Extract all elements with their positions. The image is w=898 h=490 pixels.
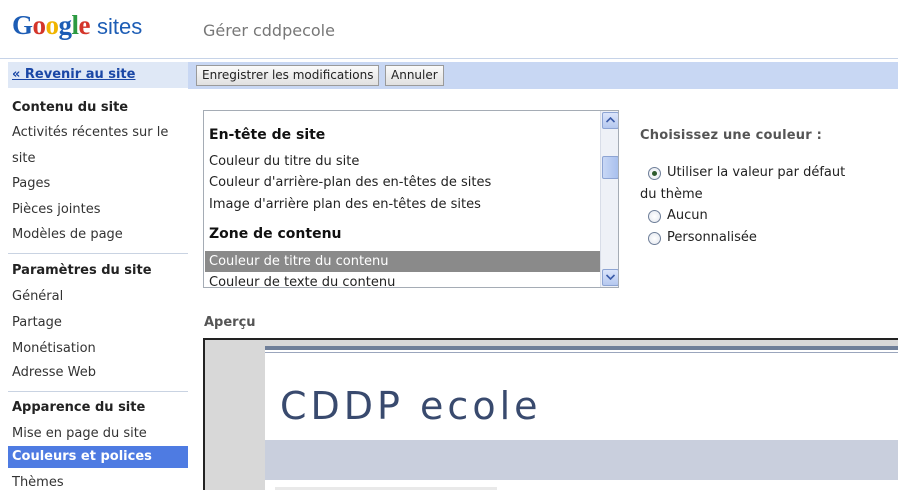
list-item-header-bg-image[interactable]: Image d'arrière plan des en-têtes de sit…	[209, 197, 481, 212]
sidebar-item-colors-fonts[interactable]: Couleurs et polices	[8, 446, 188, 468]
chevron-down-icon	[606, 274, 615, 280]
sidebar-heading-site-content: Contenu du site	[12, 100, 129, 115]
sidebar-item-recent-activity[interactable]: Activités récentes sur le	[12, 125, 168, 140]
sidebar-item-label: Couleurs et polices	[12, 449, 152, 464]
sidebar-heading-site-settings: Paramètres du site	[12, 263, 152, 278]
sidebar-separator	[8, 253, 188, 254]
chevron-up-icon	[606, 117, 615, 123]
radio-theme-default-label: Utiliser la valeur par défaut	[667, 165, 846, 180]
list-group-content-area: Zone de contenu	[209, 226, 342, 242]
cancel-button[interactable]: Annuler	[385, 65, 444, 86]
scroll-down-button[interactable]	[602, 269, 618, 286]
sidebar: « Revenir au site Contenu du site Activi…	[8, 62, 188, 490]
preview-nav-band	[265, 440, 898, 480]
sidebar-item-general[interactable]: Général	[12, 289, 63, 304]
preview-page: CDDP ecole	[265, 346, 898, 490]
element-listbox[interactable]: En-tête de site Couleur du titre du site…	[203, 110, 619, 288]
sidebar-item-recent-activity-cont[interactable]: site	[12, 151, 35, 166]
sites-wordmark: sites	[97, 14, 143, 39]
preview-header-line	[265, 352, 898, 353]
header: Google sites Gérer cddpecole	[0, 0, 898, 58]
radio-custom-label: Personnalisée	[667, 230, 757, 245]
header-divider	[0, 58, 898, 59]
list-item-header-bg-color[interactable]: Couleur d'arrière-plan des en-têtes de s…	[209, 175, 491, 190]
sidebar-item-sharing[interactable]: Partage	[12, 315, 62, 330]
action-toolbar: Enregistrer les modifications Annuler	[188, 62, 898, 89]
sidebar-item-web-address[interactable]: Adresse Web	[12, 365, 96, 380]
sidebar-item-monetization[interactable]: Monétisation	[12, 341, 96, 356]
list-item-content-title-color[interactable]: Couleur de titre du contenu	[205, 251, 601, 272]
radio-theme-default-label-cont: du thème	[640, 187, 703, 202]
google-wordmark: Google	[12, 10, 91, 40]
preview-frame: CDDP ecole	[203, 338, 898, 490]
choose-color-label: Choisissez une couleur :	[640, 128, 822, 143]
save-changes-button[interactable]: Enregistrer les modifications	[196, 65, 380, 86]
sidebar-item-pages[interactable]: Pages	[12, 176, 50, 191]
sidebar-item-themes[interactable]: Thèmes	[12, 475, 64, 490]
scrollbar-thumb[interactable]	[602, 156, 618, 179]
google-sites-logo[interactable]: Google sites	[12, 10, 142, 40]
back-to-site-label[interactable]: « Revenir au site	[12, 67, 135, 82]
preview-site-title: CDDP ecole	[280, 384, 542, 428]
listbox-scrollbar[interactable]	[600, 111, 618, 287]
preview-header-bar	[265, 346, 898, 350]
list-item-site-title-color[interactable]: Couleur du titre du site	[209, 154, 359, 169]
radio-theme-default[interactable]	[648, 167, 661, 180]
radio-none-label: Aucun	[667, 208, 708, 223]
list-item-label: Couleur de titre du contenu	[209, 254, 389, 269]
sidebar-separator	[8, 391, 188, 392]
sidebar-heading-site-appearance: Apparence du site	[12, 400, 146, 415]
scroll-up-button[interactable]	[602, 112, 618, 129]
sidebar-item-site-layout[interactable]: Mise en page du site	[12, 426, 147, 441]
list-group-site-header: En-tête de site	[209, 127, 326, 143]
radio-custom[interactable]	[648, 232, 661, 245]
sidebar-item-attachments[interactable]: Pièces jointes	[12, 202, 101, 217]
back-to-site-link[interactable]: « Revenir au site	[8, 62, 188, 88]
sidebar-item-page-templates[interactable]: Modèles de page	[12, 227, 123, 242]
radio-none[interactable]	[648, 210, 661, 223]
preview-label: Aperçu	[204, 315, 256, 330]
list-item-content-text-color[interactable]: Couleur de texte du contenu	[209, 275, 395, 287]
page-title: Gérer cddpecole	[203, 21, 335, 40]
